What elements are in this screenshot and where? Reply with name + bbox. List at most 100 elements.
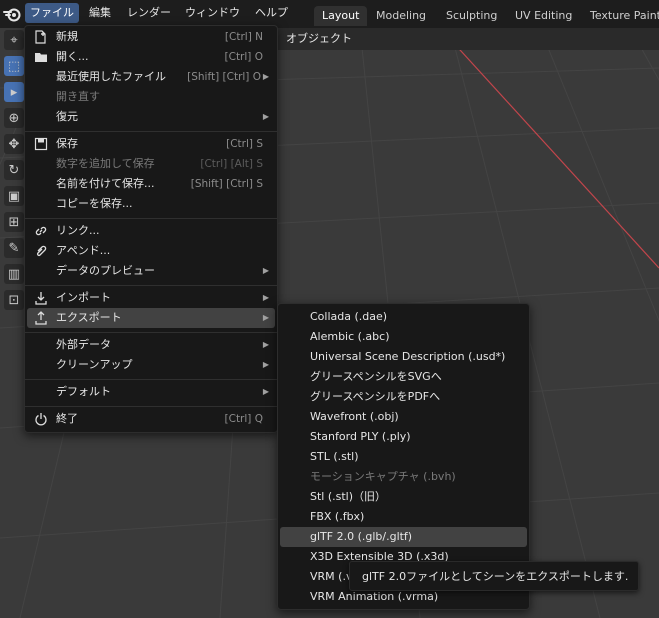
cursor-3d-icon[interactable]: ⊕ bbox=[4, 108, 24, 128]
annotate-tool-icon[interactable]: ✎ bbox=[4, 238, 24, 258]
cursor-tool-icon[interactable]: ⌖ bbox=[4, 30, 24, 50]
file-save-as[interactable]: 名前を付けて保存... [Shift] [Ctrl] S bbox=[27, 174, 275, 194]
file-open-label: 開く... bbox=[56, 50, 89, 63]
export-wavefront[interactable]: Wavefront (.obj) bbox=[280, 407, 527, 427]
file-save-copy-label: コピーを保存... bbox=[56, 197, 133, 210]
submenu-arrow-icon: ▶ bbox=[262, 360, 269, 369]
export-item-label: FBX (.fbx) bbox=[310, 510, 365, 523]
object-mode-label[interactable]: オブジェクト bbox=[286, 31, 352, 47]
file-save-label: 保存 bbox=[56, 137, 78, 150]
file-append[interactable]: アペンド... bbox=[27, 241, 275, 261]
file-new-label: 新規 bbox=[56, 30, 78, 43]
shortcut: [Ctrl] [Alt] S bbox=[200, 158, 263, 170]
menu-help[interactable]: ヘルプ bbox=[250, 3, 293, 23]
export-usd[interactable]: Universal Scene Description (.usd*) bbox=[280, 347, 527, 367]
file-import[interactable]: インポート ▶ bbox=[27, 288, 275, 308]
tab-uv-editing[interactable]: UV Editing bbox=[507, 6, 580, 26]
file-defaults-label: デフォルト bbox=[56, 385, 111, 398]
menu-separator bbox=[25, 285, 277, 286]
file-cleanup-label: クリーンアップ bbox=[56, 358, 133, 371]
file-defaults[interactable]: デフォルト ▶ bbox=[27, 382, 275, 402]
export-item-label: Universal Scene Description (.usd*) bbox=[310, 350, 506, 363]
file-external-data[interactable]: 外部データ ▶ bbox=[27, 335, 275, 355]
import-icon bbox=[33, 290, 49, 306]
tooltip-text: glTF 2.0ファイルとしてシーンをエクスポートします. bbox=[362, 570, 629, 583]
transform-tool-icon[interactable]: ⊞ bbox=[4, 212, 24, 232]
measure-tool-icon[interactable]: ▥ bbox=[4, 264, 24, 284]
move-tool-icon[interactable]: ✥ bbox=[4, 134, 24, 154]
file-link[interactable]: リンク... bbox=[27, 221, 275, 241]
file-external-data-label: 外部データ bbox=[56, 338, 111, 351]
rotate-tool-icon[interactable]: ↻ bbox=[4, 160, 24, 180]
export-item-label: モーションキャプチャ (.bvh) bbox=[310, 470, 456, 483]
append-icon bbox=[33, 243, 49, 259]
submenu-arrow-icon: ▶ bbox=[262, 72, 269, 81]
scale-tool-icon[interactable]: ▣ bbox=[4, 186, 24, 206]
file-import-label: インポート bbox=[56, 291, 111, 304]
menu-window[interactable]: ウィンドウ bbox=[180, 3, 245, 23]
export-collada[interactable]: Collada (.dae) bbox=[280, 307, 527, 327]
submenu-arrow-icon: ▶ bbox=[262, 340, 269, 349]
file-append-label: アペンド... bbox=[56, 244, 111, 257]
export-alembic[interactable]: Alembic (.abc) bbox=[280, 327, 527, 347]
file-save-copy[interactable]: コピーを保存... bbox=[27, 194, 275, 214]
export-item-label: Stanford PLY (.ply) bbox=[310, 430, 411, 443]
menu-separator bbox=[25, 379, 277, 380]
file-save-incremental[interactable]: 数字を追加して保存 [Ctrl] [Alt] S bbox=[27, 154, 275, 174]
file-save-incremental-label: 数字を追加して保存 bbox=[56, 157, 155, 170]
export-fbx[interactable]: FBX (.fbx) bbox=[280, 507, 527, 527]
export-gp-pdf[interactable]: グリースペンシルをPDFへ bbox=[280, 387, 527, 407]
menu-file[interactable]: ファイル bbox=[25, 3, 79, 23]
file-data-previews[interactable]: データのプレビュー ▶ bbox=[27, 261, 275, 281]
shortcut: [Ctrl] S bbox=[226, 138, 263, 150]
top-bar: ファイル 編集 レンダー ウィンドウ ヘルプ Layout Modeling S… bbox=[0, 0, 659, 28]
submenu-arrow-icon: ▶ bbox=[262, 313, 269, 322]
x-axis-line bbox=[439, 28, 659, 269]
blender-logo-icon[interactable] bbox=[2, 4, 22, 24]
export-ply[interactable]: Stanford PLY (.ply) bbox=[280, 427, 527, 447]
save-icon bbox=[33, 136, 49, 152]
file-save[interactable]: 保存 [Ctrl] S bbox=[27, 134, 275, 154]
file-data-previews-label: データのプレビュー bbox=[56, 264, 155, 277]
export-stl[interactable]: STL (.stl) bbox=[280, 447, 527, 467]
file-open[interactable]: 開く... [Ctrl] O bbox=[27, 47, 275, 67]
select-tool-icon[interactable]: ▸ bbox=[4, 82, 24, 102]
file-revert-label: 開き直す bbox=[56, 90, 100, 103]
menu-edit[interactable]: 編集 bbox=[84, 3, 116, 23]
file-recent[interactable]: 最近使用したファイル [Shift] [Ctrl] O ▶ bbox=[27, 67, 275, 87]
file-new[interactable]: 新規 [Ctrl] N bbox=[27, 27, 275, 47]
shortcut: [Shift] [Ctrl] S bbox=[190, 178, 263, 190]
file-revert[interactable]: 開き直す bbox=[27, 87, 275, 107]
export-icon bbox=[33, 310, 49, 326]
file-save-as-label: 名前を付けて保存... bbox=[56, 177, 155, 190]
export-gltf[interactable]: glTF 2.0 (.glb/.gltf) bbox=[280, 527, 527, 547]
export-bvh[interactable]: モーションキャプチャ (.bvh) bbox=[280, 467, 527, 487]
file-recent-label: 最近使用したファイル bbox=[56, 70, 166, 83]
select-box-tool-icon[interactable]: ⬚ bbox=[4, 56, 24, 76]
export-item-label: glTF 2.0 (.glb/.gltf) bbox=[310, 530, 413, 543]
file-cleanup[interactable]: クリーンアップ ▶ bbox=[27, 355, 275, 375]
export-item-label: STL (.stl) bbox=[310, 450, 359, 463]
file-link-label: リンク... bbox=[56, 224, 100, 237]
menu-separator bbox=[25, 131, 277, 132]
file-export[interactable]: エクスポート ▶ bbox=[27, 308, 275, 328]
file-quit[interactable]: 終了 [Ctrl] Q bbox=[27, 409, 275, 429]
submenu-arrow-icon: ▶ bbox=[262, 112, 269, 121]
new-file-icon bbox=[33, 29, 49, 45]
tab-sculpting[interactable]: Sculpting bbox=[438, 6, 505, 26]
export-item-label: グリースペンシルをSVGへ bbox=[310, 370, 442, 383]
tooltip: glTF 2.0ファイルとしてシーンをエクスポートします. bbox=[349, 561, 639, 591]
tab-modeling[interactable]: Modeling bbox=[368, 6, 434, 26]
export-gp-svg[interactable]: グリースペンシルをSVGへ bbox=[280, 367, 527, 387]
menu-render[interactable]: レンダー bbox=[122, 3, 176, 23]
export-item-label: Stl (.stl)（旧） bbox=[310, 490, 387, 503]
file-recover[interactable]: 復元 ▶ bbox=[27, 107, 275, 127]
menu-separator bbox=[25, 406, 277, 407]
add-cube-tool-icon[interactable]: ⊡ bbox=[4, 290, 24, 310]
shortcut: [Ctrl] Q bbox=[224, 413, 263, 425]
folder-icon bbox=[33, 49, 49, 65]
tab-layout[interactable]: Layout bbox=[314, 6, 368, 26]
tab-texture-paint[interactable]: Texture Paint bbox=[582, 6, 659, 26]
export-stl-legacy[interactable]: Stl (.stl)（旧） bbox=[280, 487, 527, 507]
file-export-label: エクスポート bbox=[56, 311, 122, 324]
